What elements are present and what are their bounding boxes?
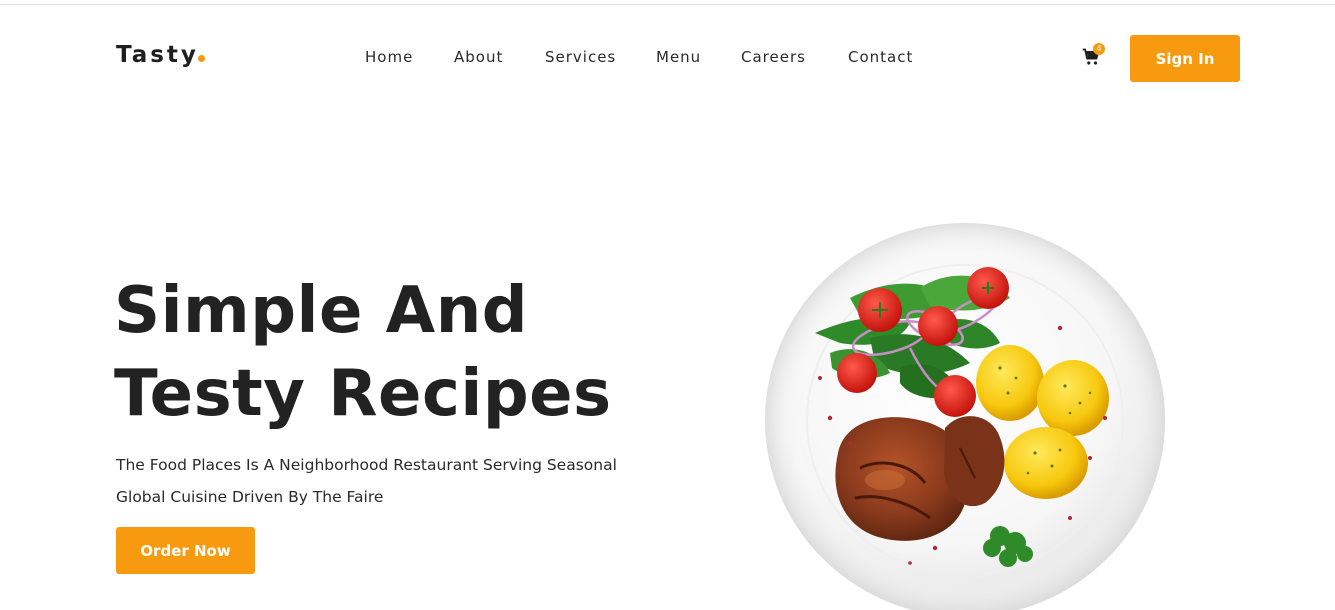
hero-food-image (760, 218, 1170, 610)
nav-services[interactable]: Services (545, 48, 616, 66)
cart-button[interactable]: 4 (1082, 43, 1105, 68)
nav-menu[interactable]: Menu (656, 48, 701, 66)
hero-title: Simple And Testy Recipes (114, 270, 612, 436)
sign-in-button[interactable]: Sign In (1130, 35, 1240, 82)
nav-home[interactable]: Home (365, 48, 413, 66)
hero-description: The Food Places Is A Neighborhood Restau… (116, 449, 676, 513)
logo[interactable]: Tasty (116, 42, 205, 68)
hero-description-line-2: Global Cuisine Driven By The Faire (116, 488, 384, 506)
top-border (0, 4, 1335, 5)
hero-description-line-1: The Food Places Is A Neighborhood Restau… (116, 456, 617, 474)
nav-careers[interactable]: Careers (741, 48, 806, 66)
cart-count-badge: 4 (1093, 43, 1105, 55)
logo-text: Tasty (116, 42, 199, 68)
logo-dot (197, 55, 205, 62)
hero-title-line-1: Simple And (114, 274, 529, 348)
nav-about[interactable]: About (454, 48, 503, 66)
order-now-button[interactable]: Order Now (116, 527, 255, 574)
nav-contact[interactable]: Contact (848, 48, 913, 66)
hero-title-line-2: Testy Recipes (114, 357, 612, 431)
